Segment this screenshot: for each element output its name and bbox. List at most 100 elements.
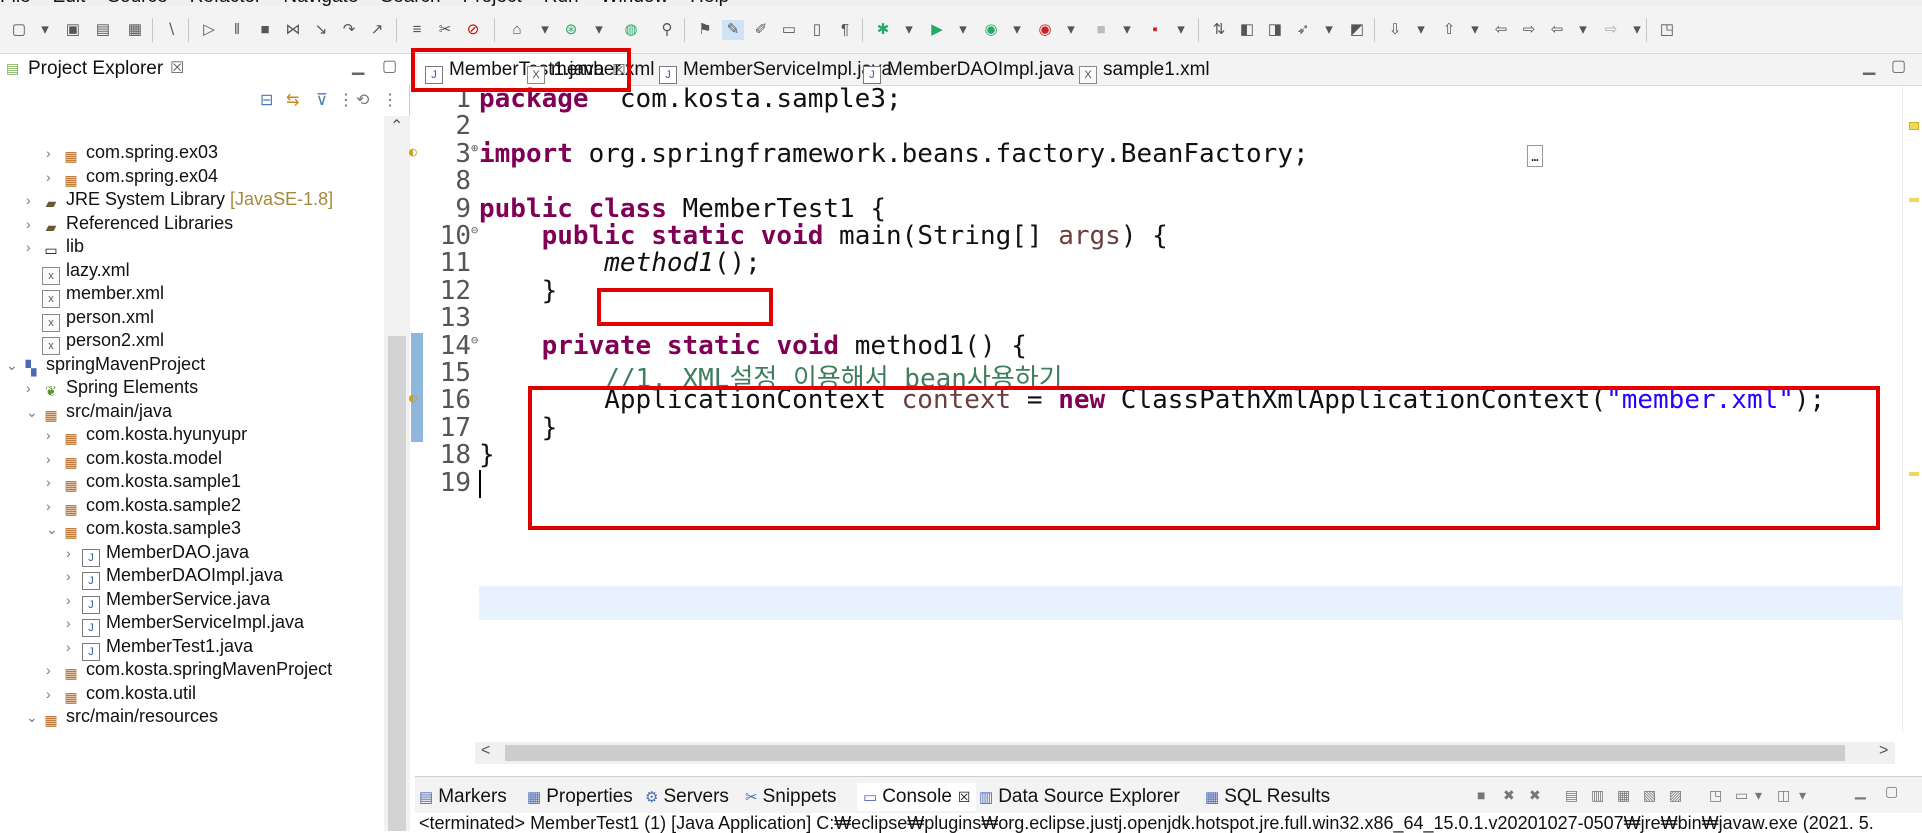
step-over-icon[interactable]: ↷ <box>338 20 360 40</box>
fold-marker-icon[interactable]: ⊕ <box>471 141 478 155</box>
suspend-icon[interactable]: ‖ <box>226 20 248 40</box>
minimize-icon[interactable]: ▁ <box>1855 783 1866 800</box>
sort-icon[interactable]: ⇅ <box>1208 20 1230 40</box>
bottom-tab-servers[interactable]: ⚙ Servers <box>645 783 729 811</box>
warning-lightbulb-icon[interactable]: ◐ <box>409 391 417 406</box>
collapse-all-icon[interactable]: ⊟ <box>260 90 273 110</box>
folded-code-icon[interactable]: … <box>1527 144 1543 167</box>
editor-scrollbar-thumb[interactable] <box>505 745 1845 761</box>
tree-item[interactable]: ⌄ ▦ src/main/resources <box>26 702 218 730</box>
pin-console-icon[interactable]: ◳ <box>1709 787 1722 804</box>
word-wrap-icon[interactable]: ▦ <box>1617 787 1630 804</box>
pin-editor-icon[interactable]: ◳ <box>1656 20 1678 40</box>
dropdown-icon[interactable]: ▾ <box>1170 20 1192 40</box>
search-icon[interactable]: ⚲ <box>656 20 678 40</box>
remove-all-icon[interactable]: ✖ <box>1529 787 1541 804</box>
maximize-icon[interactable]: ▢ <box>1885 783 1898 800</box>
dropdown-icon[interactable]: ▾ <box>34 20 56 40</box>
external-tools-icon[interactable]: ◉ <box>1034 20 1056 40</box>
link-editor-icon[interactable]: ⇆ <box>286 90 299 110</box>
dropdown-icon[interactable]: ▾ <box>898 20 920 40</box>
tree-scrollbar[interactable]: ⌃ <box>384 116 410 831</box>
dropdown-icon[interactable]: ▾ <box>1060 20 1082 40</box>
close-icon[interactable]: ☒ <box>958 789 971 805</box>
maximize-icon[interactable]: ▢ <box>1891 56 1906 76</box>
print-icon[interactable]: ▦ <box>124 20 146 40</box>
save-icon[interactable]: ▣ <box>62 20 84 40</box>
open-type-icon[interactable]: ⚑ <box>694 20 716 40</box>
sync-icon[interactable]: ⟲ <box>356 90 369 110</box>
tab-memberdaoimpl-java[interactable]: J MemberDAOImpl.java <box>855 54 1074 86</box>
filter-icon[interactable]: ≡ <box>406 20 428 40</box>
step-return-icon[interactable]: ↗ <box>366 20 388 40</box>
open-folder-icon[interactable]: ◧ <box>1236 20 1258 40</box>
spring-icon[interactable]: ⊛ <box>560 20 582 40</box>
view-menu-icon[interactable]: ⋮ <box>338 90 354 110</box>
dropdown-icon[interactable]: ▾ <box>1755 787 1762 804</box>
dropdown-icon[interactable]: ▾ <box>1318 20 1340 40</box>
twisty-icon[interactable]: ⌄ <box>26 703 42 731</box>
dropdown-icon[interactable]: ▾ <box>1116 20 1138 40</box>
terminate-icon[interactable]: ■ <box>254 20 276 40</box>
launch-icon[interactable]: ➶ <box>1292 20 1314 40</box>
folder-icon[interactable]: ◨ <box>1264 20 1286 40</box>
warning-marker[interactable] <box>1909 122 1919 130</box>
deploy-icon[interactable]: ▪ <box>1144 20 1166 40</box>
remove-launch-icon[interactable]: ✖ <box>1503 787 1515 804</box>
word-wrap-icon[interactable]: ▯ <box>806 20 828 40</box>
tab-sample1-xml[interactable]: Xsample1.xml <box>1071 54 1210 86</box>
dropdown-icon[interactable]: ▾ <box>1626 20 1648 40</box>
block-selection-icon[interactable]: ▭ <box>778 20 800 40</box>
dropdown-icon[interactable]: ▾ <box>588 20 610 40</box>
bottom-tab-console[interactable]: ▭ Console ☒ <box>857 783 977 811</box>
bottom-tab-snippets[interactable]: ✂ Snippets <box>745 783 837 811</box>
back-icon[interactable]: ⇦ <box>1546 20 1568 40</box>
filter-icon[interactable]: ⊽ <box>316 90 328 110</box>
display-console-icon[interactable]: ▭ <box>1735 787 1748 804</box>
view-menu-icon[interactable]: ⋮ <box>382 90 398 110</box>
resume-icon[interactable]: ▷ <box>198 20 220 40</box>
warning-marker[interactable] <box>1909 198 1919 202</box>
stop-icon[interactable]: ■ <box>1090 20 1112 40</box>
editor-overview-ruler[interactable] <box>1902 86 1922 732</box>
mark-occurrences-icon[interactable]: ✎ <box>722 20 744 40</box>
dropdown-icon[interactable]: ▾ <box>952 20 974 40</box>
coverage-icon[interactable]: ◉ <box>980 20 1002 40</box>
minimize-icon[interactable]: ▁ <box>1863 56 1875 76</box>
save-all-icon[interactable]: ▤ <box>92 20 114 40</box>
skip-breakpoints-icon[interactable]: ∖ <box>160 20 182 40</box>
twisty-icon[interactable]: ⌄ <box>26 398 42 426</box>
warning-marker[interactable] <box>1909 472 1919 476</box>
forward-edit-icon[interactable]: ⇨ <box>1518 20 1540 40</box>
new-icon[interactable]: ▢ <box>8 20 30 40</box>
tree-scrollbar-thumb[interactable] <box>388 336 406 831</box>
last-edit-icon[interactable]: ⇦ <box>1490 20 1512 40</box>
fold-marker-icon[interactable]: ⊖ <box>471 333 478 347</box>
show-on-output-icon[interactable]: ▧ <box>1643 787 1656 804</box>
maximize-icon[interactable]: ▢ <box>382 56 397 76</box>
clear-console-icon[interactable]: ▤ <box>1565 787 1578 804</box>
dropdown-icon[interactable]: ▾ <box>1410 20 1432 40</box>
terminate-icon[interactable]: ■ <box>1477 787 1485 803</box>
dropdown-icon[interactable]: ▾ <box>534 20 556 40</box>
bottom-tab-properties[interactable]: ▦ Properties <box>527 783 633 811</box>
dropdown-icon[interactable]: ▾ <box>1799 787 1806 804</box>
show-on-error-icon[interactable]: ▨ <box>1669 787 1682 804</box>
pilcrow-icon[interactable]: ¶ <box>834 20 856 40</box>
previous-annotation-icon[interactable]: ⇧ <box>1438 20 1460 40</box>
bottom-tab-sql-results[interactable]: ▦ SQL Results <box>1205 783 1330 811</box>
new-console-icon[interactable]: ◫ <box>1777 787 1790 804</box>
step-into-icon[interactable]: ↘ <box>310 20 332 40</box>
close-icon[interactable]: ☒ <box>170 58 184 78</box>
scroll-left-icon[interactable]: < <box>481 742 490 760</box>
new-server-icon[interactable]: ⌂ <box>506 20 528 40</box>
edit-icon[interactable]: ✐ <box>750 20 772 40</box>
scroll-up-icon[interactable]: ⌃ <box>390 116 403 136</box>
twisty-icon[interactable]: ⌄ <box>6 351 22 379</box>
editor-horizontal-scrollbar[interactable]: < > <box>475 742 1895 764</box>
debug-icon[interactable]: ✱ <box>872 20 894 40</box>
dropdown-icon[interactable]: ▾ <box>1572 20 1594 40</box>
dropdown-icon[interactable]: ▾ <box>1006 20 1028 40</box>
run-icon[interactable]: ▶ <box>926 20 948 40</box>
bottom-tab-data-source-explorer[interactable]: ▥ Data Source Explorer <box>979 783 1180 811</box>
